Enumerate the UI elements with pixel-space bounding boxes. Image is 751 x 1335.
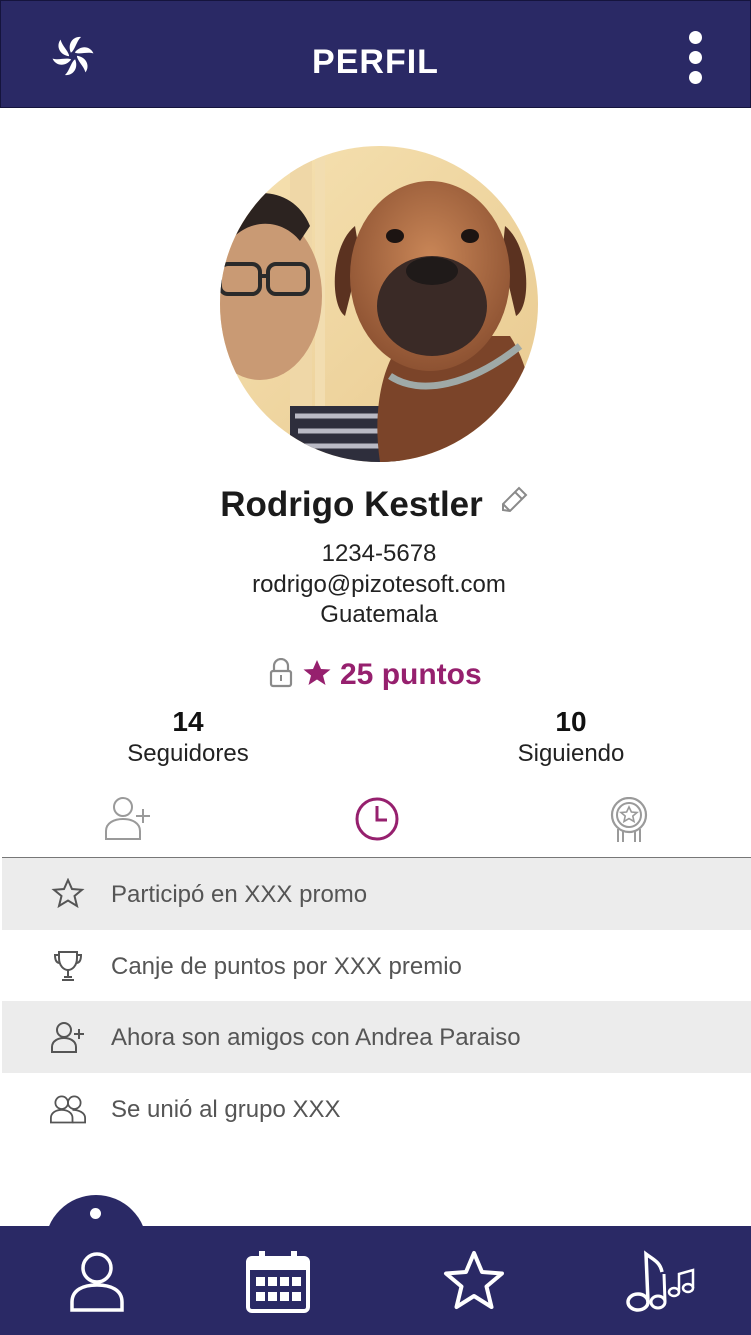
profile-phone: 1234-5678 — [321, 540, 437, 567]
tab-rewards-badge-icon[interactable] — [609, 797, 649, 843]
nav-music-icon[interactable] — [624, 1250, 696, 1314]
profile-name: Rodrigo Kestler — [220, 485, 483, 524]
app-header: PERFIL — [0, 0, 751, 108]
followers-stat[interactable]: 14 Seguidores — [68, 706, 308, 768]
bottom-nav — [0, 1226, 751, 1335]
activity-text: Se unió al grupo XXX — [111, 1095, 341, 1123]
active-dot — [90, 1208, 101, 1219]
tab-activity-clock-icon[interactable] — [354, 796, 400, 842]
followers-count: 14 — [172, 706, 204, 737]
activity-list: Participó en XXX promo Canje de puntos p… — [2, 858, 751, 1144]
profile-email: rodrigo@pizotesoft.com — [252, 571, 506, 598]
following-label: Siguiendo — [517, 740, 625, 767]
edit-pencil-icon[interactable] — [497, 484, 531, 518]
followers-label: Seguidores — [127, 740, 249, 767]
list-item[interactable]: Ahora son amigos con Andrea Paraiso — [2, 1001, 751, 1073]
add-friend-icon — [51, 1022, 84, 1053]
nav-calendar-icon[interactable] — [245, 1250, 311, 1314]
star-filled-icon — [303, 660, 331, 685]
points-label: 25 puntos — [340, 658, 482, 691]
trophy-icon — [53, 950, 83, 981]
following-stat[interactable]: 10 Siguiendo — [451, 706, 691, 768]
profile-country: Guatemala — [320, 601, 438, 628]
following-count: 10 — [555, 706, 587, 737]
points-row: 25 puntos — [0, 657, 751, 692]
activity-text: Participó en XXX promo — [111, 881, 368, 908]
profile-name-row: Rodrigo Kestler — [0, 484, 751, 525]
star-icon — [51, 878, 85, 909]
lock-icon[interactable] — [269, 657, 293, 688]
list-item[interactable]: Participó en XXX promo — [2, 858, 751, 930]
group-icon — [50, 1094, 86, 1123]
nav-profile-icon[interactable] — [68, 1250, 126, 1314]
avatar[interactable] — [220, 146, 538, 462]
tab-add-friends-icon[interactable] — [104, 795, 152, 841]
more-options-icon[interactable] — [681, 31, 709, 85]
list-item[interactable]: Canje de puntos por XXX premio — [2, 930, 751, 1002]
nav-favorites-star-icon[interactable] — [442, 1250, 506, 1314]
page-title: PERFIL — [312, 43, 439, 81]
list-item[interactable]: Se unió al grupo XXX — [2, 1073, 751, 1145]
activity-text: Canje de puntos por XXX premio — [111, 952, 462, 980]
activity-text: Ahora son amigos con Andrea Paraiso — [111, 1024, 521, 1051]
